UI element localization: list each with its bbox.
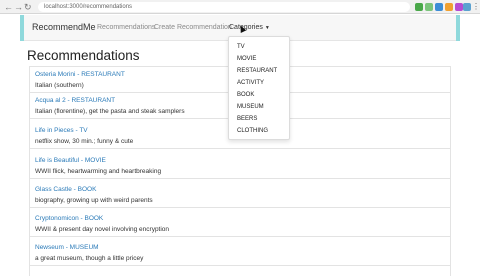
recommendation-link[interactable]: Life is Beautiful - MOVIE (35, 157, 106, 164)
extension-icon[interactable] (463, 3, 471, 11)
extension-icon[interactable] (415, 3, 423, 11)
category-item-museum[interactable]: MUSEUM (237, 104, 264, 110)
recommendation-description: Italian (florentine), get the pasta and … (35, 108, 185, 115)
brand-logo[interactable]: RecommendMe (32, 22, 96, 32)
nav-categories-dropdown[interactable]: Categories ▼ (229, 24, 270, 31)
accent-bar-right (456, 15, 460, 41)
recommendation-link[interactable]: Newseum - MUSEUM (35, 244, 99, 251)
categories-dropdown-menu: TV MOVIE RESTAURANT ACTIVITY BOOK MUSEUM… (228, 36, 290, 140)
recommendation-link[interactable]: Life in Pieces - TV (35, 127, 88, 134)
nav-create-recommendation[interactable]: Create Recommendation (154, 24, 232, 31)
recommendation-description: netflix show, 30 min.; funny & cute (35, 138, 134, 145)
extension-icon[interactable] (425, 3, 433, 11)
nav-recommendations[interactable]: Recommendations (97, 24, 155, 31)
back-arrow-icon[interactable]: ← (4, 1, 13, 13)
category-item-clothing[interactable]: CLOTHING (237, 128, 268, 134)
extension-icon[interactable] (455, 3, 463, 11)
forward-arrow-icon[interactable]: → (14, 1, 23, 13)
browser-toolbar: ← → ↻ localhost:3000/recommendations ⋮ (0, 0, 480, 14)
recommendation-link[interactable]: Glass Castle - BOOK (35, 186, 96, 193)
page-title: Recommendations (27, 48, 140, 63)
list-item: Life is Beautiful - MOVIE WWII flick, he… (30, 153, 450, 179)
extension-icon[interactable] (445, 3, 453, 11)
recommendation-link[interactable]: Cryptonomicon - BOOK (35, 215, 103, 222)
category-item-beers[interactable]: BEERS (237, 116, 257, 122)
recommendation-link[interactable]: Osteria Morini - RESTAURANT (35, 71, 125, 78)
extension-icon[interactable] (435, 3, 443, 11)
category-item-movie[interactable]: MOVIE (237, 56, 256, 62)
caret-down-icon: ▼ (264, 25, 270, 31)
recommendation-description: a great museum, though a little pricey (35, 255, 144, 262)
recommendation-link[interactable]: Acqua al 2 - RESTAURANT (35, 97, 115, 104)
address-bar[interactable]: localhost:3000/recommendations (38, 2, 410, 12)
category-item-restaurant[interactable]: RESTAURANT (237, 68, 277, 74)
recommendation-description: WWII flick, heartwarming and heartbreaki… (35, 168, 162, 175)
list-item: Newseum - MUSEUM a great museum, though … (30, 240, 450, 266)
browser-menu-icon[interactable]: ⋮ (472, 1, 480, 13)
list-item: Cryptonomicon - BOOK WWII & present day … (30, 211, 450, 237)
recommendation-description: WWII & present day novel involving encry… (35, 226, 170, 233)
recommendation-description: Italian (southern) (35, 82, 84, 89)
category-item-book[interactable]: BOOK (237, 92, 254, 98)
list-item: Glass Castle - BOOK biography, growing u… (30, 182, 450, 208)
reload-icon[interactable]: ↻ (24, 1, 32, 13)
category-item-tv[interactable]: TV (237, 44, 245, 50)
recommendation-description: biography, growing up with weird parents (35, 197, 153, 204)
category-item-activity[interactable]: ACTIVITY (237, 80, 264, 86)
